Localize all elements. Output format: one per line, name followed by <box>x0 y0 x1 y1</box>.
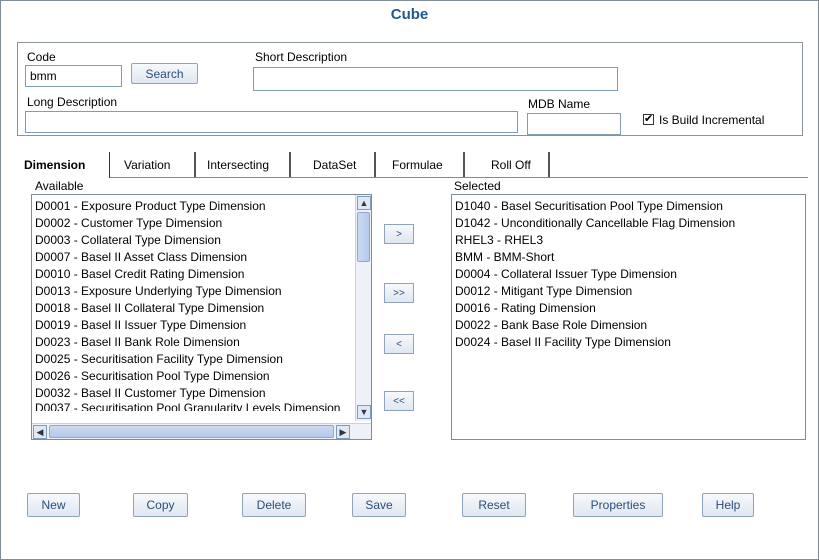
list-item[interactable]: D0001 - Exposure Product Type Dimension <box>32 198 354 215</box>
list-item[interactable]: BMM - BMM-Short <box>452 249 735 266</box>
list-item[interactable]: D0024 - Basel II Facility Type Dimension <box>452 334 735 351</box>
mdb-name-label: MDB Name <box>528 97 591 111</box>
delete-button[interactable]: Delete <box>242 493 306 517</box>
scroll-up-icon[interactable]: ▲ <box>357 196 371 210</box>
list-item[interactable]: D0016 - Rating Dimension <box>452 300 735 317</box>
tab-dimension[interactable]: Dimension <box>24 152 110 178</box>
code-label: Code <box>27 50 56 64</box>
long-description-input[interactable] <box>25 111 518 133</box>
horizontal-scroll-thumb[interactable] <box>49 425 334 438</box>
list-item[interactable]: D0004 - Collateral Issuer Type Dimension <box>452 266 735 283</box>
tab-intersecting[interactable]: Intersecting <box>196 152 291 178</box>
scroll-thumb[interactable] <box>357 212 370 262</box>
short-description-input[interactable] <box>253 67 618 91</box>
remove-all-button[interactable]: << <box>384 391 414 411</box>
list-item[interactable]: D0007 - Basel II Asset Class Dimension <box>32 249 354 266</box>
available-vertical-scrollbar[interactable]: ▲ ▼ <box>355 195 371 421</box>
scroll-down-icon[interactable]: ▼ <box>357 405 371 419</box>
add-all-button[interactable]: >> <box>384 283 414 303</box>
list-item[interactable]: D0012 - Mitigant Type Dimension <box>452 283 735 300</box>
new-button[interactable]: New <box>27 493 80 517</box>
available-label: Available <box>35 179 84 193</box>
mdb-name-input[interactable] <box>527 113 621 135</box>
list-item[interactable]: D0002 - Customer Type Dimension <box>32 215 354 232</box>
save-button[interactable]: Save <box>352 493 406 517</box>
list-item[interactable]: D0010 - Basel Credit Rating Dimension <box>32 266 354 283</box>
list-item[interactable]: D0037 - Securitisation Pool Granularity … <box>32 402 354 411</box>
reset-button[interactable]: Reset <box>462 493 526 517</box>
list-item[interactable]: RHEL3 - RHEL3 <box>452 232 735 249</box>
search-button[interactable]: Search <box>131 63 198 84</box>
properties-button[interactable]: Properties <box>573 493 663 517</box>
window-title: Cube <box>390 6 429 23</box>
short-description-label: Short Description <box>255 50 348 64</box>
list-item[interactable]: D0019 - Basel II Issuer Type Dimension <box>32 317 354 334</box>
list-item[interactable]: D0003 - Collateral Type Dimension <box>32 232 354 249</box>
list-item[interactable]: D0032 - Basel II Customer Type Dimension <box>32 385 354 402</box>
available-list[interactable]: D0001 - Exposure Product Type Dimension … <box>31 194 372 440</box>
code-input[interactable] <box>25 65 122 87</box>
long-description-label: Long Description <box>27 95 118 109</box>
is-build-incremental-label: Is Build Incremental <box>659 113 765 127</box>
list-item[interactable]: D0026 - Securitisation Pool Type Dimensi… <box>32 368 354 385</box>
tab-variation[interactable]: Variation <box>110 152 196 178</box>
tab-underline <box>110 177 808 178</box>
list-item[interactable]: D0022 - Bank Base Role Dimension <box>452 317 735 334</box>
add-selected-button[interactable]: > <box>384 224 414 244</box>
remove-selected-button[interactable]: < <box>384 334 414 354</box>
cube-tabs: Dimension Variation Intersecting DataSet… <box>24 152 550 178</box>
help-button[interactable]: Help <box>702 493 754 517</box>
list-item[interactable]: D0013 - Exposure Underlying Type Dimensi… <box>32 283 354 300</box>
list-item[interactable]: D1040 - Basel Securitisation Pool Type D… <box>452 198 735 215</box>
copy-button[interactable]: Copy <box>133 493 188 517</box>
scroll-right-icon[interactable]: ▶ <box>336 425 350 439</box>
list-item[interactable]: D0018 - Basel II Collateral Type Dimensi… <box>32 300 354 317</box>
list-item[interactable]: D1042 - Unconditionally Cancellable Flag… <box>452 215 735 232</box>
tab-formulae[interactable]: Formulae <box>376 152 465 178</box>
selected-list[interactable]: D1040 - Basel Securitisation Pool Type D… <box>451 194 806 440</box>
tab-roll-off[interactable]: Roll Off <box>465 152 550 178</box>
selected-label: Selected <box>454 179 501 193</box>
scroll-left-icon[interactable]: ◀ <box>33 425 47 439</box>
list-item[interactable]: D0025 - Securitisation Facility Type Dim… <box>32 351 354 368</box>
list-item[interactable]: D0023 - Basel II Bank Role Dimension <box>32 334 354 351</box>
tab-dataset[interactable]: DataSet <box>291 152 376 178</box>
available-horizontal-scrollbar[interactable]: ◀ ▶ <box>32 423 371 439</box>
is-build-incremental-checkbox[interactable]: ✔ <box>643 114 654 125</box>
